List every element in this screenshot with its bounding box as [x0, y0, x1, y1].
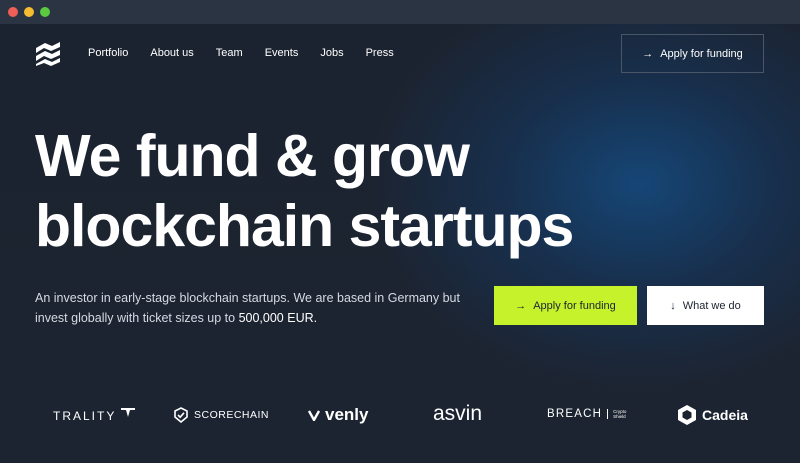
nav-apply-for-funding-button[interactable]: → Apply for funding — [621, 34, 764, 73]
top-navigation: Portfolio About us Team Events Jobs Pres… — [0, 34, 800, 74]
landing-page: Portfolio About us Team Events Jobs Pres… — [0, 24, 800, 463]
what-we-do-button[interactable]: ↓ What we do — [647, 286, 764, 325]
logo-venly[interactable]: venly — [308, 405, 368, 425]
arrow-right-icon: → — [642, 47, 654, 60]
hero-heading-line-1: We fund & grow — [35, 123, 470, 189]
hero-heading: We fund & grow blockchain startups — [35, 121, 735, 261]
breach-wordmark: BREACH — [547, 408, 603, 420]
cadeia-hexagon-icon — [678, 405, 696, 425]
what-we-do-label: What we do — [682, 299, 741, 312]
portfolio-logos: TRALITY SCORECHAIN venly asvin BREACH Cr… — [0, 402, 800, 436]
brand-logo[interactable] — [35, 42, 61, 66]
nav-item-portfolio[interactable]: Portfolio — [88, 47, 128, 59]
venly-v-icon — [308, 410, 320, 421]
nav-item-jobs[interactable]: Jobs — [320, 47, 343, 59]
nav-item-about-us[interactable]: About us — [150, 47, 193, 59]
arrow-down-icon: ↓ — [670, 299, 676, 312]
logo-scorechain[interactable]: SCORECHAIN — [173, 407, 269, 423]
logo-cadeia[interactable]: Cadeia — [677, 404, 748, 426]
scorechain-check-icon — [174, 407, 188, 423]
venly-wordmark: venly — [325, 405, 369, 424]
scorechain-wordmark: SCORECHAIN — [194, 409, 270, 421]
nav-cta-label: Apply for funding — [660, 47, 743, 60]
nav-item-events[interactable]: Events — [265, 47, 299, 59]
ticket-size-amount: 500,000 EUR. — [238, 311, 318, 325]
logo-breach[interactable]: BREACH Crypto Shield — [547, 408, 631, 420]
hero-description: An investor in early-stage blockchain st… — [35, 288, 475, 328]
nav-item-team[interactable]: Team — [216, 47, 243, 59]
minimize-window-button[interactable] — [24, 7, 34, 17]
nav-item-press[interactable]: Press — [366, 47, 394, 59]
apply-for-funding-label: Apply for funding — [533, 299, 616, 312]
close-window-button[interactable] — [8, 7, 18, 17]
breach-tagline: Crypto Shield — [613, 409, 627, 419]
logo-asvin[interactable]: asvin — [433, 402, 482, 426]
arrow-right-icon: → — [515, 299, 527, 312]
logo-trality[interactable]: TRALITY — [53, 408, 136, 423]
asvin-wordmark: asvin — [433, 402, 483, 425]
trality-wordmark: TRALITY — [53, 409, 117, 423]
hero-heading-line-2: blockchain startups — [35, 193, 574, 259]
window-titlebar — [0, 0, 800, 24]
nav-menu: Portfolio About us Team Events Jobs Pres… — [88, 47, 394, 59]
apply-for-funding-button[interactable]: → Apply for funding — [494, 286, 637, 325]
trality-mark-icon — [121, 408, 136, 417]
breach-divider — [607, 409, 609, 419]
maximize-window-button[interactable] — [40, 7, 50, 17]
cadeia-wordmark: Cadeia — [702, 407, 748, 423]
